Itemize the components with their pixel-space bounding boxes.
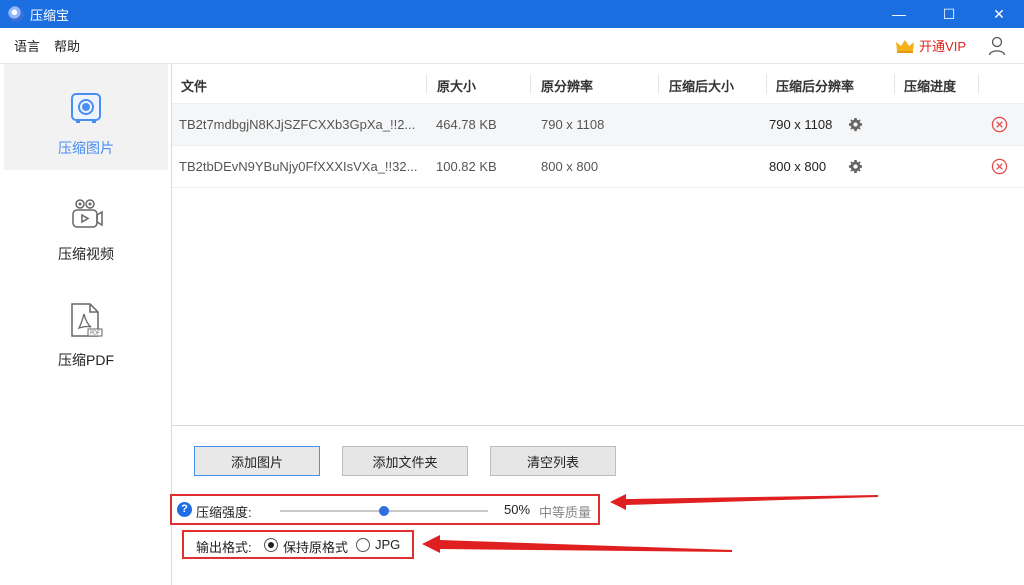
column-divider	[530, 74, 531, 94]
output-format-row: 输出格式: 保持原格式 JPG	[182, 530, 414, 559]
sidebar-item-compress-image[interactable]: 压缩图片	[4, 64, 168, 170]
compression-value: 50%	[504, 502, 531, 517]
remove-icon[interactable]	[991, 116, 1008, 133]
vip-label: 开通VIP	[919, 39, 966, 54]
gear-icon[interactable]	[848, 159, 863, 174]
video-camera-icon	[72, 199, 103, 228]
cell-new-res: 800 x 800	[769, 159, 827, 174]
menu-help[interactable]: 帮助	[54, 36, 80, 55]
compression-strength-row: ? 压缩强度: 50% 中等质量	[170, 494, 600, 525]
compression-strength-label: 压缩强度:	[196, 505, 252, 520]
svg-text:PDF: PDF	[90, 331, 100, 337]
column-divider	[978, 74, 979, 94]
remove-icon[interactable]	[991, 158, 1008, 175]
cell-orig-size: 464.78 KB	[436, 117, 497, 132]
table-row[interactable]: TB2t7mdbgjN8KJjSZFCXXb3GpXa_!!2... 464.7…	[172, 104, 1024, 146]
menu-bar: 语言 帮助 开通VIP	[0, 28, 1024, 64]
cell-orig-size: 100.82 KB	[436, 159, 497, 174]
col-new-res[interactable]: 压缩后分辨率	[776, 76, 854, 95]
cell-file: TB2t7mdbgjN8KJjSZFCXXb3GpXa_!!2...	[179, 117, 416, 132]
radio-keep-format-label[interactable]: 保持原格式	[283, 537, 348, 556]
crown-icon	[896, 39, 915, 53]
camera-icon	[71, 93, 101, 123]
col-orig-res[interactable]: 原分辨率	[541, 76, 593, 95]
radio-jpg[interactable]	[356, 538, 370, 552]
maximize-button[interactable]: ☐	[924, 0, 974, 28]
column-divider	[766, 74, 767, 94]
sidebar-item-compress-video[interactable]: 压缩视频	[4, 170, 168, 276]
window-controls: — ☐ ✕	[874, 0, 1024, 28]
col-progress[interactable]: 压缩进度	[904, 76, 956, 95]
sidebar-item-label: 压缩PDF	[58, 352, 114, 368]
col-orig-size[interactable]: 原大小	[437, 76, 476, 95]
compression-slider-fill	[280, 510, 384, 512]
sidebar-item-label: 压缩图片	[58, 140, 114, 156]
compression-quality: 中等质量	[539, 505, 592, 520]
user-icon[interactable]	[988, 36, 1006, 56]
sidebar-item-compress-pdf[interactable]: PDF 压缩PDF	[4, 276, 168, 382]
sidebar: 压缩图片 压缩视频 PDF 压缩PDF	[0, 64, 172, 585]
cell-file: TB2tbDEvN9YBuNjy0FfXXXIsVXa_!!32...	[179, 159, 418, 174]
add-image-button[interactable]: 添加图片	[194, 446, 320, 476]
pdf-file-icon: PDF	[71, 303, 103, 337]
table-row[interactable]: TB2tbDEvN9YBuNjy0FfXXXIsVXa_!!32... 100.…	[172, 146, 1024, 188]
clear-list-button[interactable]: 清空列表	[490, 446, 616, 476]
add-folder-button[interactable]: 添加文件夹	[342, 446, 468, 476]
column-divider	[658, 74, 659, 94]
close-button[interactable]: ✕	[974, 0, 1024, 28]
radio-jpg-label[interactable]: JPG	[375, 537, 400, 552]
cell-new-res: 790 x 1108	[769, 117, 833, 132]
output-format-label: 输出格式:	[196, 540, 252, 555]
gear-icon[interactable]	[848, 117, 863, 132]
cell-orig-res: 790 x 1108	[541, 117, 605, 132]
column-divider	[894, 74, 895, 94]
annotation-arrow	[610, 494, 878, 510]
col-file[interactable]: 文件	[181, 76, 207, 95]
title-bar: 压缩宝 — ☐ ✕	[0, 0, 1024, 28]
menu-language[interactable]: 语言	[14, 36, 40, 55]
app-logo-icon	[8, 6, 24, 22]
minimize-button[interactable]: —	[874, 0, 924, 28]
help-icon[interactable]: ?	[177, 502, 192, 517]
sidebar-item-label: 压缩视频	[58, 246, 114, 262]
file-table-header: 文件 原大小 原分辨率 压缩后大小 压缩后分辨率 压缩进度	[172, 64, 1024, 104]
cell-orig-res: 800 x 800	[541, 159, 599, 174]
col-new-size[interactable]: 压缩后大小	[669, 76, 734, 95]
vip-button[interactable]: 开通VIP	[895, 36, 966, 55]
compression-slider-thumb[interactable]	[379, 506, 389, 516]
radio-keep-format[interactable]	[264, 538, 278, 552]
column-divider	[426, 74, 427, 94]
annotation-arrow	[422, 535, 732, 553]
app-title: 压缩宝	[30, 7, 70, 23]
